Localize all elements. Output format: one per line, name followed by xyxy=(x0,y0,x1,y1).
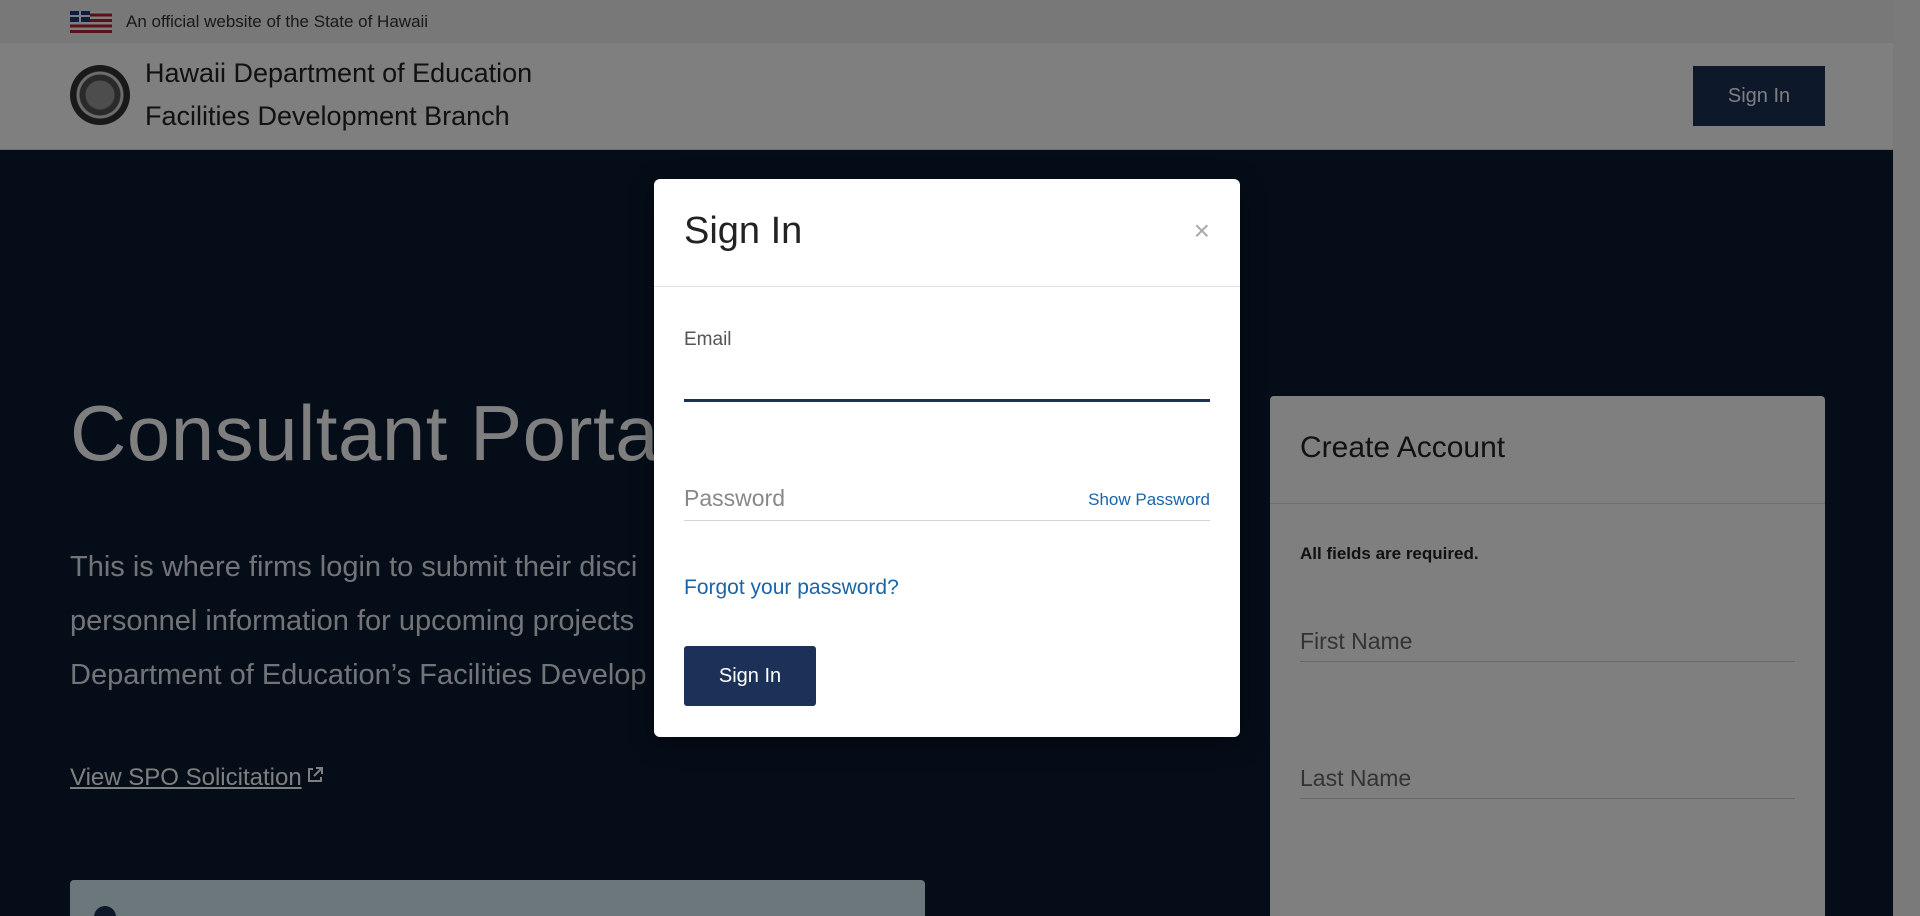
sign-in-modal: Sign In × Email Show Password Forgot you… xyxy=(654,179,1240,737)
close-icon[interactable]: × xyxy=(1194,217,1210,245)
modal-title: Sign In xyxy=(684,210,803,252)
forgot-password-link[interactable]: Forgot your password? xyxy=(684,576,899,600)
show-password-button[interactable]: Show Password xyxy=(1088,490,1210,510)
modal-header: Sign In × xyxy=(654,179,1240,287)
email-label: Email xyxy=(684,329,732,350)
sign-in-button[interactable]: Sign In xyxy=(684,646,816,706)
email-input[interactable] xyxy=(684,359,1210,402)
